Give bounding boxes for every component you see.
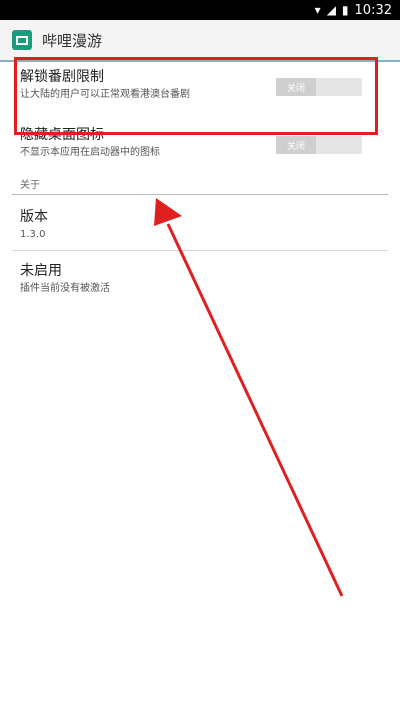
annotation-arrow [154,198,344,597]
